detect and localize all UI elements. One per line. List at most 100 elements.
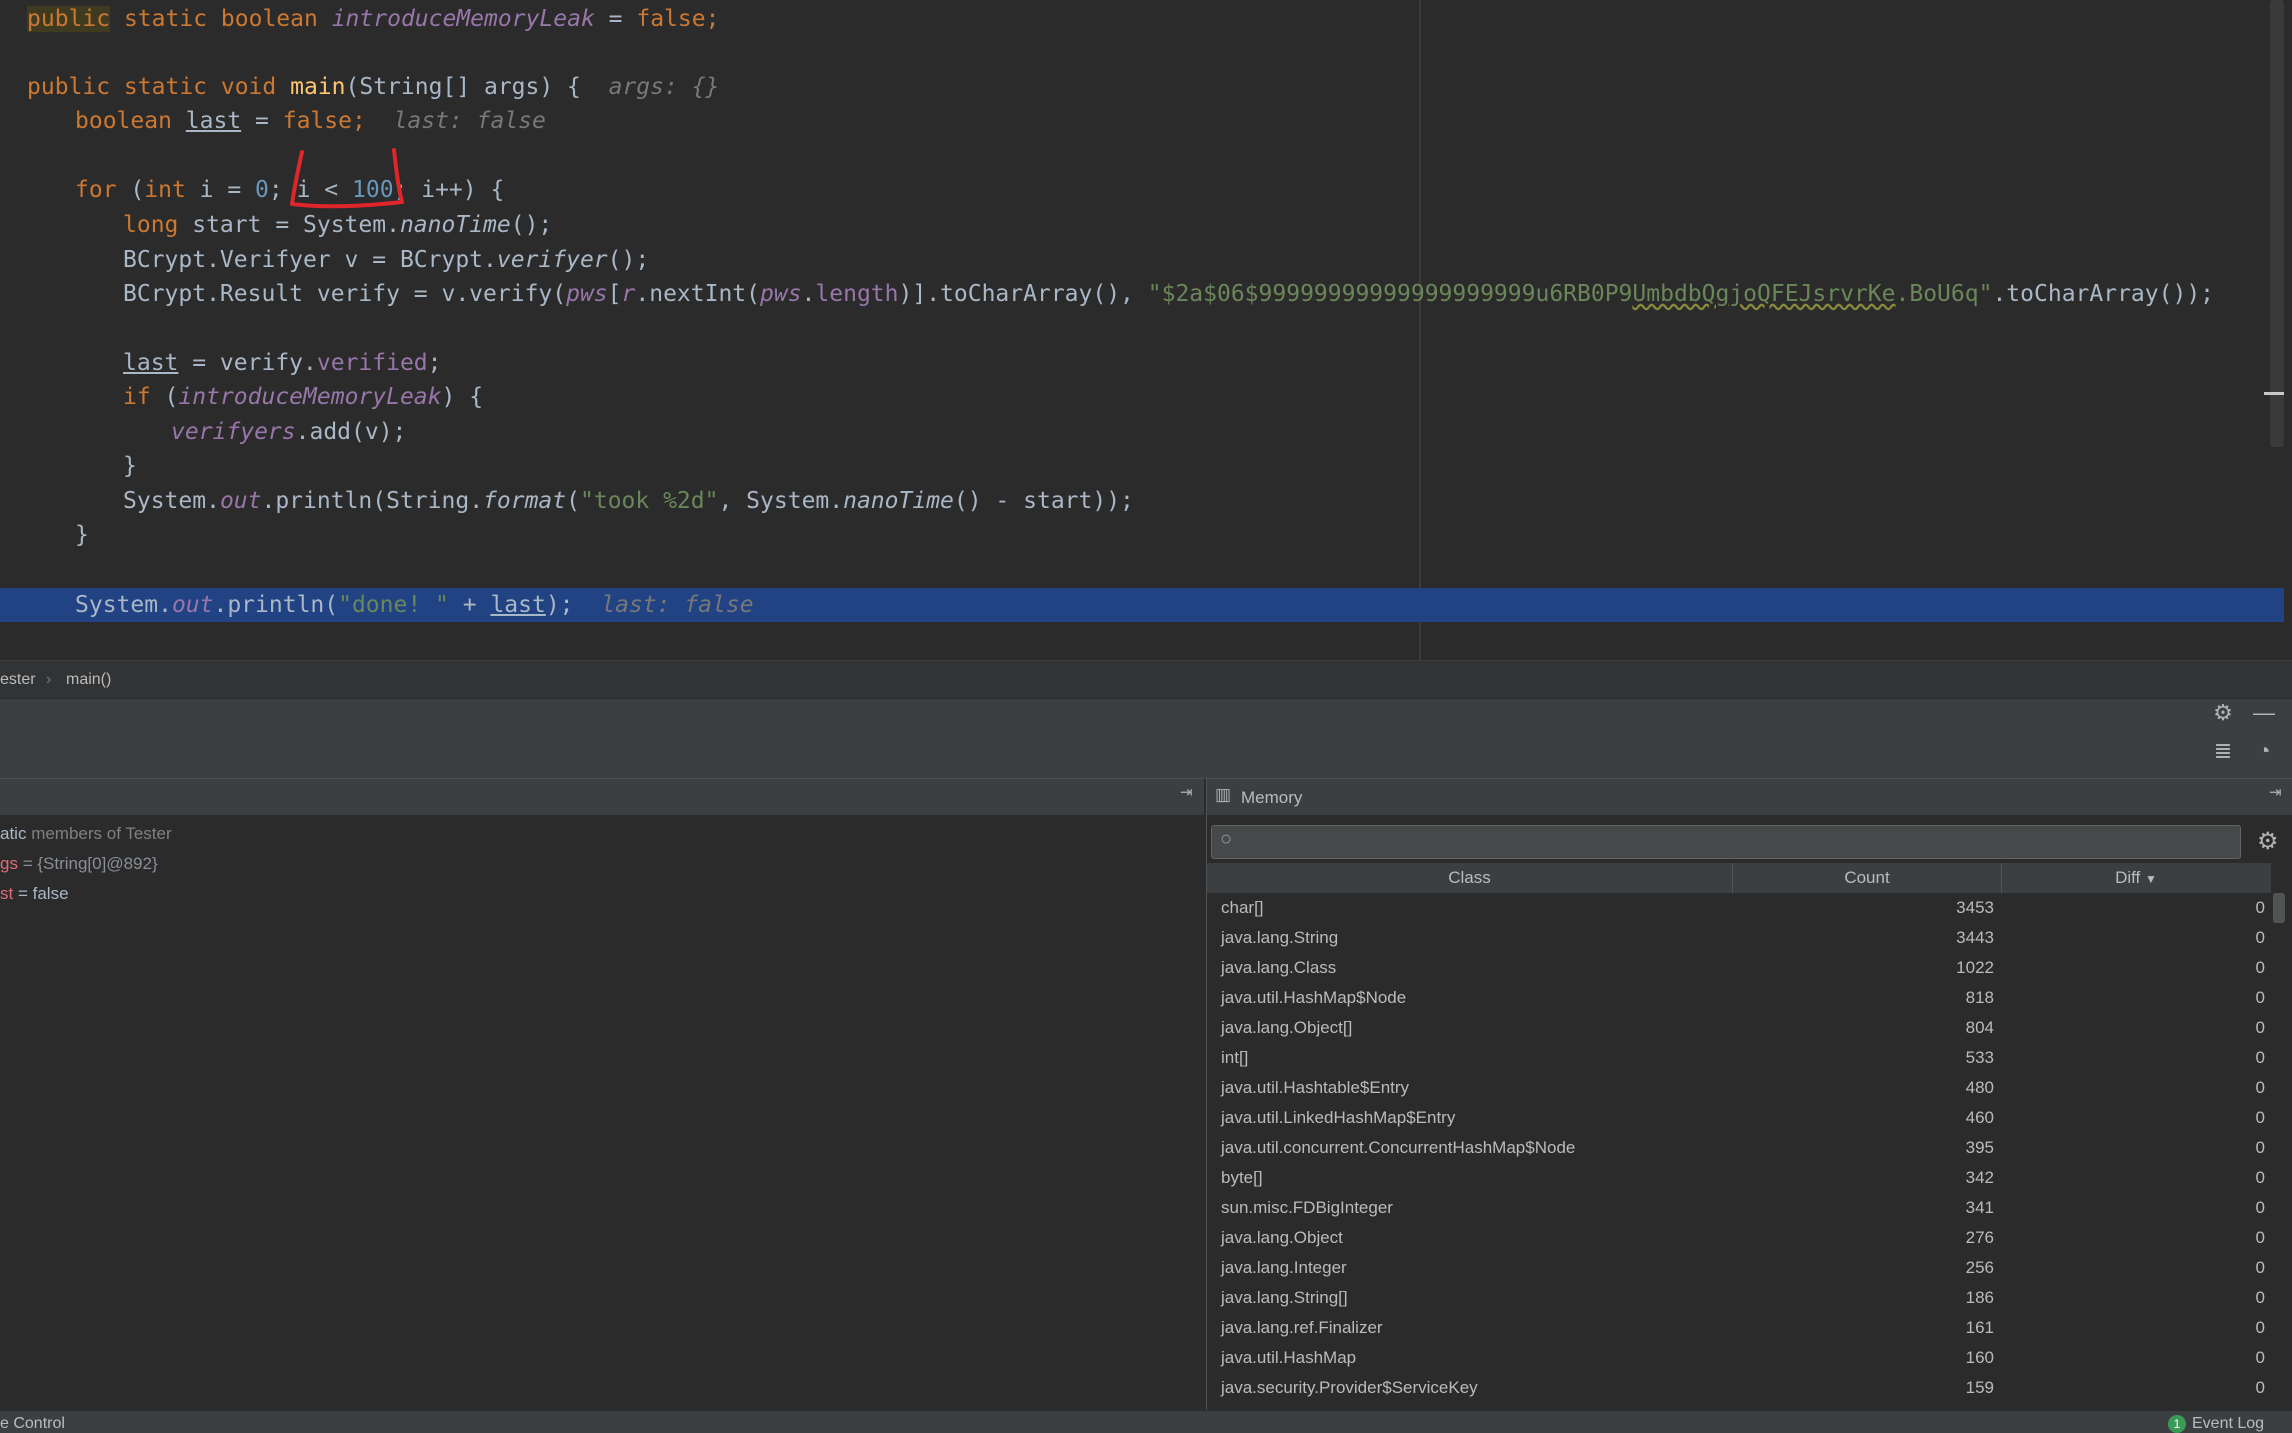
memory-header: ▥ Memory ⇥ [1207,779,2292,815]
code-text: .println( [213,592,339,618]
closing-brace: } [75,522,89,548]
assign-op: = [594,6,637,32]
code-line-start-time[interactable]: long start = System.nanoTime(); [0,208,2284,242]
code-text: ) { [441,384,484,410]
variable-row-last[interactable]: st = false [0,880,69,908]
method-modifiers: public static void [27,74,291,100]
variable-row-static[interactable]: atic members of Tester [0,820,172,848]
table-row[interactable]: java.lang.Class 1022 0 [1207,953,2271,983]
table-row[interactable]: java.lang.ref.Finalizer 161 0 [1207,1313,2271,1343]
table-row[interactable]: java.security.Provider$ServiceKey 159 0 [1207,1373,2271,1403]
table-row[interactable]: java.lang.Object[] 804 0 [1207,1013,2271,1043]
table-row[interactable]: java.lang.Object 276 0 [1207,1223,2271,1253]
table-row[interactable]: java.util.HashMap 160 0 [1207,1343,2271,1373]
code-text: + [448,592,491,618]
string-took: "took %2d" [580,488,719,514]
gauge-icon[interactable]: ◔ [2251,739,2277,763]
table-row[interactable]: java.lang.Integer 256 0 [1207,1253,2271,1283]
count-cell: 533 [1965,1048,1994,1067]
table-row[interactable]: java.util.Hashtable$Entry 480 0 [1207,1073,2271,1103]
field-out: out [171,592,214,618]
code-line-main-signature[interactable]: public static void main(String[] args) {… [0,70,2284,104]
pin-icon[interactable]: ⇥ [2269,783,2282,801]
count-cell: 276 [1965,1228,1994,1247]
diff-cell: 0 [2255,1078,2265,1097]
breadcrumb-method[interactable]: main() [66,661,111,699]
editor-scrollbar[interactable] [2270,0,2284,447]
code-line-1[interactable]: public static boolean introduceMemoryLea… [0,2,2284,36]
table-row[interactable]: java.util.concurrent.ConcurrentHashMap$N… [1207,1133,2271,1163]
memory-scrollbar[interactable] [2273,893,2285,923]
code-line-last-decl[interactable]: boolean last = false; last: false [0,104,2284,138]
code-line-close-if[interactable]: } [0,449,2284,483]
memory-search-input[interactable]: ○ [1211,825,2241,859]
list-icon[interactable]: ≣ [2210,739,2236,763]
code-line-close-for[interactable]: } [0,518,2284,552]
paren-open: ( [116,177,145,203]
code-text: BCrypt.Verifyer v = BCrypt. [123,247,497,273]
class-name-cell: int[] [1221,1048,1249,1067]
literal-false: false [282,108,352,134]
field-introduce-memory-leak: introduceMemoryLeak [331,6,595,32]
count-cell: 480 [1965,1078,1994,1097]
class-name-cell: java.lang.Object [1221,1228,1343,1247]
debug-toolbar: ⚙ — ≣ ◔ [0,698,2292,779]
code-line-assign-last[interactable]: last = verify.verified; [0,346,2284,380]
code-line-for-loop[interactable]: for (int i = 0; i < 100; i++) { [0,173,2284,207]
memory-panel[interactable]: ▥ Memory ⇥ ○ ⚙ Class Count Diff ▼ char[]… [1206,778,2292,1411]
breadcrumb-class[interactable]: ester [0,661,36,699]
table-row[interactable]: sun.misc.FDBigInteger 341 0 [1207,1193,2271,1223]
class-name-cell: java.util.LinkedHashMap$Entry [1221,1108,1456,1127]
number-hundred: 100 [352,177,394,203]
code-text: = verify. [178,350,317,376]
table-row[interactable]: char[] 3453 0 [1207,893,2271,923]
diff-cell: 0 [2255,898,2265,917]
table-row[interactable]: java.lang.String[] 186 0 [1207,1283,2271,1313]
settings-gear-icon[interactable]: ⚙ [2257,827,2279,856]
event-log-link[interactable]: Event Log [2192,1411,2264,1433]
pin-icon[interactable]: ⇥ [1180,783,1193,801]
code-text: , System. [718,488,844,514]
class-name-cell: java.lang.Object[] [1221,1018,1353,1037]
class-name-cell: java.util.HashMap$Node [1221,988,1407,1007]
code-line-verify-call[interactable]: BCrypt.Result verify = v.verify(pws[r.ne… [0,277,2284,311]
field-length: length [815,281,899,307]
code-line-println-took[interactable]: System.out.println(String.format("took %… [0,484,2284,518]
gear-icon[interactable]: ⚙ [2210,701,2236,725]
keyword-if: if [123,384,151,410]
table-row[interactable]: byte[] 342 0 [1207,1163,2271,1193]
class-name-cell: java.util.HashMap [1221,1348,1357,1367]
class-name-cell: sun.misc.FDBigInteger [1221,1198,1393,1217]
diff-cell: 0 [2255,1048,2265,1067]
table-row[interactable]: java.lang.String 3443 0 [1207,923,2271,953]
variables-panel[interactable]: ⇥ atic members of Tester gs = {String[0]… [0,778,1204,1411]
column-header-count[interactable]: Count [1733,863,2002,893]
table-row[interactable]: int[] 533 0 [1207,1043,2271,1073]
table-row[interactable]: java.util.LinkedHashMap$Entry 460 0 [1207,1103,2271,1133]
code-text: BCrypt.Result verify = v.verify( [123,281,567,307]
count-cell: 818 [1965,988,1994,1007]
code-line-current-execution[interactable]: System.out.println("done! " + last); las… [0,588,2284,622]
code-editor[interactable]: public static boolean introduceMemoryLea… [0,0,2292,660]
code-text: () - start)); [953,488,1134,514]
column-header-class[interactable]: Class [1207,863,1733,893]
count-cell: 1022 [1956,958,1994,977]
code-line-verifyer[interactable]: BCrypt.Verifyer v = BCrypt.verifyer(); [0,243,2284,277]
search-icon: ○ [1220,828,1233,850]
status-version-control[interactable]: e Control [0,1411,65,1433]
status-bar: e Control 1 Event Log [0,1410,2292,1433]
field-verifyers: verifyers [171,419,296,445]
code-line-if[interactable]: if (introduceMemoryLeak) { [0,380,2284,414]
table-row[interactable]: java.util.HashMap$Node 818 0 [1207,983,2271,1013]
code-line-add[interactable]: verifyers.add(v); [0,415,2284,449]
semicolon: ; [705,6,720,32]
diff-cell: 0 [2255,1228,2265,1247]
minimize-icon[interactable]: — [2251,701,2277,725]
diff-cell: 0 [2255,1018,2265,1037]
inline-debug-hint-last: last: false [601,592,754,618]
diff-cell: 0 [2255,1318,2265,1337]
column-header-diff[interactable]: Diff ▼ [2002,863,2270,893]
variable-row-args[interactable]: gs = {String[0]@892} [0,850,158,878]
count-cell: 186 [1965,1288,1994,1307]
call-format: format [483,488,567,514]
